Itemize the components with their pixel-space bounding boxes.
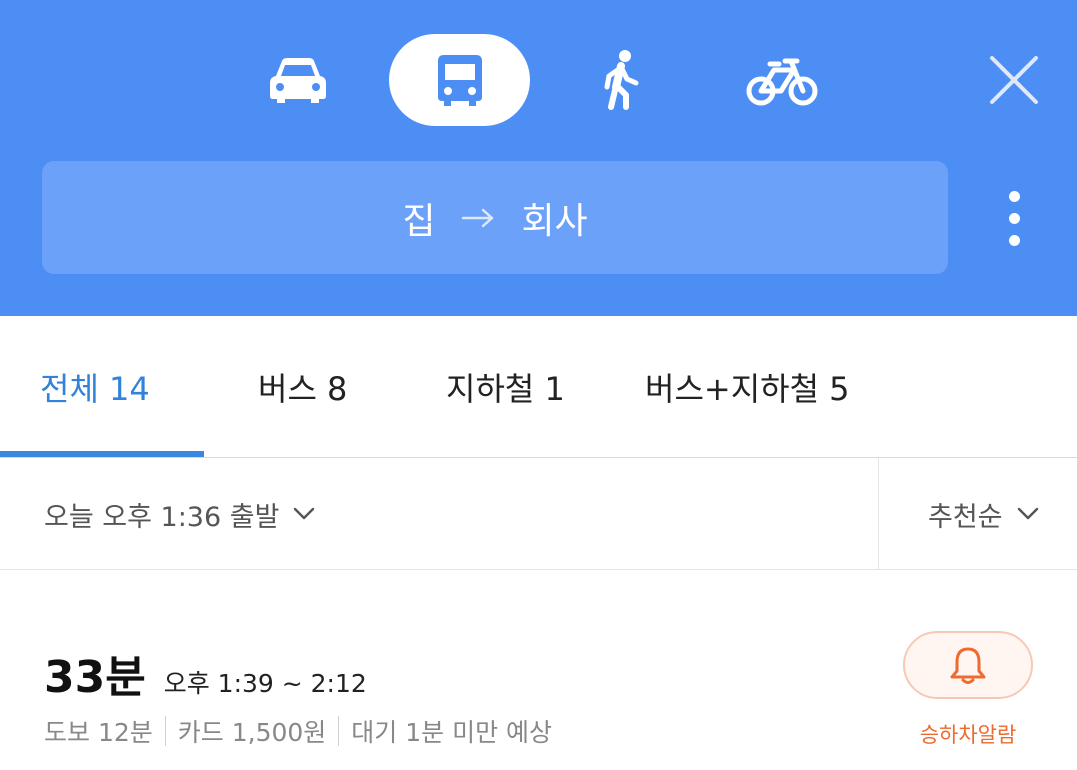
bell-icon: [950, 647, 986, 684]
sort-selector[interactable]: 추천순: [928, 458, 1039, 570]
route-destination: 회사: [521, 200, 588, 242]
filter-divider: [878, 458, 879, 570]
active-tab-indicator: [0, 451, 204, 457]
filter-bar: 오늘 오후 1:36 출발 추천순: [0, 458, 1077, 570]
bike-icon: [746, 58, 818, 106]
more-vertical-icon-dot: [1008, 212, 1020, 224]
route-type-tabs: 전체 14 버스 8 지하철 1 버스+지하철 5: [0, 316, 1077, 458]
departure-time-label: 오늘 오후 1:36 출발: [44, 501, 280, 533]
mode-bus-button[interactable]: [389, 34, 530, 126]
more-options-button[interactable]: [994, 180, 1034, 256]
tab-all[interactable]: 전체 14: [40, 316, 150, 458]
fare: 카드 1,500원: [177, 718, 327, 747]
route-result-item[interactable]: 33분 오후 1:39 ~ 2:12 도보 12분 카드 1,500원 대기 1…: [0, 571, 1077, 770]
departure-time-selector[interactable]: 오늘 오후 1:36 출발: [44, 458, 315, 570]
tab-bus-subway[interactable]: 버스+지하철 5: [645, 316, 850, 458]
tab-subway[interactable]: 지하철 1: [446, 316, 565, 458]
arrow-right-icon: [461, 207, 495, 229]
wait-time: 대기 1분 미만 예상: [351, 718, 553, 747]
sort-label: 추천순: [928, 501, 1003, 533]
route-details: 도보 12분 카드 1,500원 대기 1분 미만 예상: [44, 713, 552, 749]
transport-header: 집 회사: [0, 0, 1077, 316]
detail-separator: [164, 716, 166, 746]
mode-car-button[interactable]: [250, 34, 346, 126]
route-summary[interactable]: 집 회사: [42, 161, 948, 274]
route-time-range: 오후 1:39 ~ 2:12: [163, 669, 367, 698]
route-duration: 33분: [44, 652, 146, 703]
mode-walk-button[interactable]: [576, 34, 666, 126]
close-icon: [990, 56, 1038, 104]
chevron-down-icon: [1017, 507, 1038, 520]
route-result-summary: 33분 오후 1:39 ~ 2:12: [44, 641, 367, 705]
bus-icon: [437, 55, 482, 106]
route-origin: 집: [402, 200, 436, 242]
detail-separator: [338, 716, 340, 746]
car-icon: [270, 58, 326, 103]
more-vertical-icon-dot: [1008, 234, 1020, 246]
boarding-alarm-button[interactable]: [903, 631, 1033, 699]
chevron-down-icon: [294, 507, 315, 520]
more-vertical-icon: [1008, 190, 1020, 202]
mode-bike-button[interactable]: [730, 34, 834, 126]
walk-icon: [604, 50, 639, 110]
walk-time: 도보 12분: [44, 718, 153, 747]
close-button[interactable]: [980, 46, 1048, 114]
tab-bus[interactable]: 버스 8: [258, 316, 347, 458]
boarding-alarm-label[interactable]: 승하차알람: [900, 719, 1036, 749]
